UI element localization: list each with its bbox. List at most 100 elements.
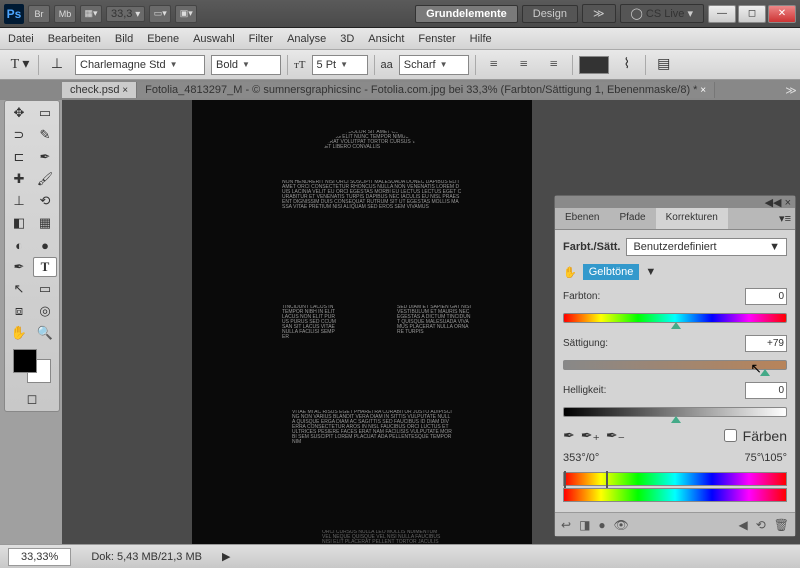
workspace-more[interactable]: ≫ (582, 4, 616, 23)
sat-input[interactable] (745, 335, 787, 352)
current-tool-preset[interactable]: T ▾ (8, 54, 32, 76)
heal-tool[interactable]: ✚ (7, 169, 31, 189)
menu-hilfe[interactable]: Hilfe (470, 33, 492, 45)
warp-text[interactable]: ⌇ (615, 54, 639, 76)
eyedropper-set[interactable]: ✒ (563, 427, 575, 444)
tab-pfade[interactable]: Pfade (609, 208, 655, 229)
zoom-dropdown[interactable]: 33,3 ▾ (106, 6, 145, 22)
path-tool[interactable]: ↖ (7, 279, 31, 299)
pen-tool[interactable]: ✒ (7, 257, 31, 277)
move-tool[interactable]: ✥ (7, 103, 31, 123)
status-arrow-icon[interactable]: ▶ (222, 550, 230, 563)
font-weight-combo[interactable]: Bold▼ (211, 55, 281, 75)
eraser-tool[interactable]: ◧ (7, 213, 31, 233)
colorize-checkbox[interactable] (724, 429, 737, 442)
menu-fenster[interactable]: Fenster (418, 33, 455, 45)
tab-korrekturen[interactable]: Korrekturen (656, 208, 728, 229)
screenmode-button[interactable]: ▣▾ (175, 5, 197, 23)
orientation-toggle[interactable]: ⊥ (45, 54, 69, 76)
hue-range-bar-bottom[interactable] (563, 488, 787, 502)
document-tab-active[interactable]: Fotolia_4813297_M - © sumnersgraphicsinc… (137, 82, 715, 98)
dodge-tool[interactable]: ● (33, 235, 57, 255)
eyedropper-tool[interactable]: ✒ (33, 147, 57, 167)
menu-bild[interactable]: Bild (115, 33, 133, 45)
lig-input[interactable] (745, 382, 787, 399)
colorize-label: Färben (743, 428, 787, 444)
channel-dropdown[interactable]: Gelbtöne (583, 264, 640, 280)
trash-icon[interactable]: 🗑 (774, 518, 789, 532)
gradient-tool[interactable]: ▦ (33, 213, 57, 233)
lasso-tool[interactable]: ⊃ (7, 125, 31, 145)
document-tab-bar: check.psd × Fotolia_4813297_M - © sumner… (0, 80, 800, 100)
status-zoom[interactable]: 33,33% (8, 548, 71, 566)
3dcam-tool[interactable]: ◎ (33, 301, 57, 321)
quickselect-tool[interactable]: ✎ (33, 125, 57, 145)
minimize-button[interactable]: — (708, 5, 736, 23)
menu-3d[interactable]: 3D (340, 33, 354, 45)
workspace-grundelemente[interactable]: Grundelemente (415, 5, 518, 23)
menu-ebene[interactable]: Ebene (147, 33, 179, 45)
font-family-combo[interactable]: Charlemagne Std▼ (75, 55, 205, 75)
hand-tool[interactable]: ✋ (7, 323, 31, 343)
hue-input[interactable] (745, 288, 787, 305)
shape-tool[interactable]: ▭ (33, 279, 57, 299)
eyedropper-add[interactable]: ✒₊ (581, 427, 600, 444)
menu-bearbeiten[interactable]: Bearbeiten (48, 33, 101, 45)
menu-ansicht[interactable]: Ansicht (368, 33, 404, 45)
cslive-button[interactable]: ◯ CS Live ▾ (620, 4, 704, 23)
lig-slider[interactable] (563, 407, 787, 419)
tab-overflow[interactable]: ≫ (782, 84, 800, 97)
align-right[interactable]: ≡ (542, 54, 566, 76)
return-icon[interactable]: ↩ (561, 518, 571, 532)
eyedropper-sub[interactable]: ✒₋ (606, 427, 625, 444)
align-center[interactable]: ≡ (512, 54, 536, 76)
tab-ebenen[interactable]: Ebenen (555, 208, 609, 229)
channel-arrow[interactable]: ▼ (645, 266, 656, 278)
text-color-swatch[interactable] (579, 56, 609, 74)
menu-datei[interactable]: Datei (8, 33, 34, 45)
channel-icon[interactable]: ✋ (563, 266, 577, 279)
document-tab-inactive[interactable]: check.psd × (62, 82, 137, 98)
panel-menu-icon[interactable]: ▾≡ (775, 208, 795, 229)
viewextras-button[interactable]: ▦▾ (80, 5, 102, 23)
marquee-tool[interactable]: ▭ (33, 103, 57, 123)
zoom-tool[interactable]: 🔍 (33, 323, 57, 343)
quickmask-toggle[interactable]: ◻ (7, 389, 57, 409)
color-swatches[interactable] (13, 349, 51, 383)
document-canvas[interactable]: LOREM IPSUM DOLOR SIT AMET CONSECTETUR A… (192, 100, 532, 544)
menu-auswahl[interactable]: Auswahl (193, 33, 235, 45)
visibility-icon[interactable]: 👁 (614, 518, 629, 532)
menu-analyse[interactable]: Analyse (287, 33, 326, 45)
expand-icon[interactable]: ◨ (579, 518, 590, 532)
stamp-tool[interactable]: ⊥ (7, 191, 31, 211)
type-tool[interactable]: T (33, 257, 57, 277)
panel-collapse-icon[interactable]: ◀◀ × (765, 196, 791, 208)
maximize-button[interactable]: ◻ (738, 5, 766, 23)
clip-icon[interactable]: ● (598, 518, 605, 532)
menu-filter[interactable]: Filter (249, 33, 273, 45)
font-size-combo[interactable]: 5 Pt▼ (312, 55, 368, 75)
range-right: 75°\105° (745, 452, 787, 464)
status-doc[interactable]: Dok: 5,43 MB/21,3 MB (91, 551, 202, 563)
hue-slider[interactable] (563, 313, 787, 325)
character-panel-toggle[interactable]: ▤ (652, 54, 676, 76)
preset-dropdown[interactable]: Benutzerdefiniert▼ (626, 238, 787, 256)
minibridge-button[interactable]: Mb (54, 5, 76, 23)
3d-tool[interactable]: ⧈ (7, 301, 31, 321)
history-brush-tool[interactable]: ⟲ (33, 191, 57, 211)
reset-icon[interactable]: ⟲ (756, 518, 766, 532)
blur-tool[interactable]: ◐ (7, 235, 31, 255)
hue-range-bar-top[interactable] (563, 472, 787, 486)
hue-label: Farbton: (563, 291, 623, 302)
bridge-button[interactable]: Br (28, 5, 50, 23)
close-button[interactable]: ✕ (768, 5, 796, 23)
workspace-design[interactable]: Design (522, 5, 578, 23)
crop-tool[interactable]: ⊏ (7, 147, 31, 167)
sat-slider[interactable] (563, 360, 787, 372)
prev-state-icon[interactable]: ◀ (738, 518, 747, 532)
align-left[interactable]: ≡ (482, 54, 506, 76)
arrange-button[interactable]: ▭▾ (149, 5, 171, 23)
brush-tool[interactable]: 🖌 (33, 169, 57, 189)
app-icon: Ps (4, 4, 24, 24)
antialias-combo[interactable]: Scharf▼ (399, 55, 469, 75)
